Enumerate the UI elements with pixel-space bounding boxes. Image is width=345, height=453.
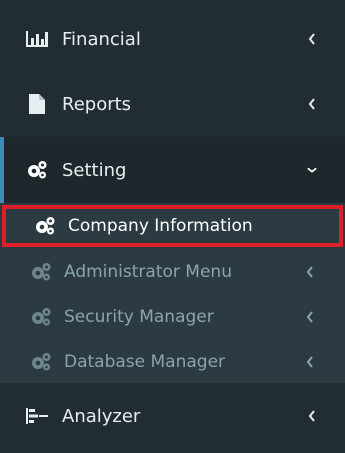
chevron-down-icon — [307, 165, 317, 175]
sidebar-item-reports[interactable]: Reports — [0, 71, 345, 137]
submenu-item-label: Company Information — [68, 216, 253, 236]
submenu-item-administrator-menu[interactable]: Administrator Menu — [0, 250, 345, 294]
sidebar-item-financial[interactable]: Financial — [0, 6, 345, 72]
sidebar-item-label: Analyzer — [62, 405, 141, 427]
gears-icon — [26, 159, 48, 181]
file-icon — [26, 93, 48, 115]
sidebar-item-label: Financial — [62, 28, 141, 50]
submenu-item-label: Security Manager — [64, 307, 214, 327]
chevron-left-icon — [307, 410, 317, 422]
submenu-item-company-information[interactable]: Company Information — [2, 205, 343, 247]
setting-submenu: Company Information Administrator Menu S… — [0, 203, 345, 383]
gears-icon — [30, 351, 52, 373]
gears-icon — [30, 306, 52, 328]
gears-icon — [30, 261, 52, 283]
submenu-item-database-manager[interactable]: Database Manager — [0, 340, 345, 384]
gears-icon — [34, 215, 56, 237]
submenu-item-security-manager[interactable]: Security Manager — [0, 295, 345, 339]
chevron-left-icon — [305, 311, 315, 323]
chevron-left-icon — [307, 98, 317, 110]
chevron-left-icon — [307, 33, 317, 45]
sidebar-menu: Financial Reports Setting Company Inform… — [0, 0, 345, 453]
chevron-left-icon — [305, 266, 315, 278]
bar-chart-icon — [26, 28, 48, 50]
submenu-item-label: Database Manager — [64, 352, 226, 372]
sidebar-item-label: Reports — [62, 93, 132, 115]
sidebar-item-analyzer[interactable]: Analyzer — [0, 383, 345, 449]
analyzer-icon — [26, 405, 48, 427]
chevron-left-icon — [305, 356, 315, 368]
sidebar-item-label: Setting — [62, 159, 127, 181]
submenu-item-label: Administrator Menu — [64, 262, 232, 282]
sidebar-item-setting[interactable]: Setting — [0, 137, 345, 203]
